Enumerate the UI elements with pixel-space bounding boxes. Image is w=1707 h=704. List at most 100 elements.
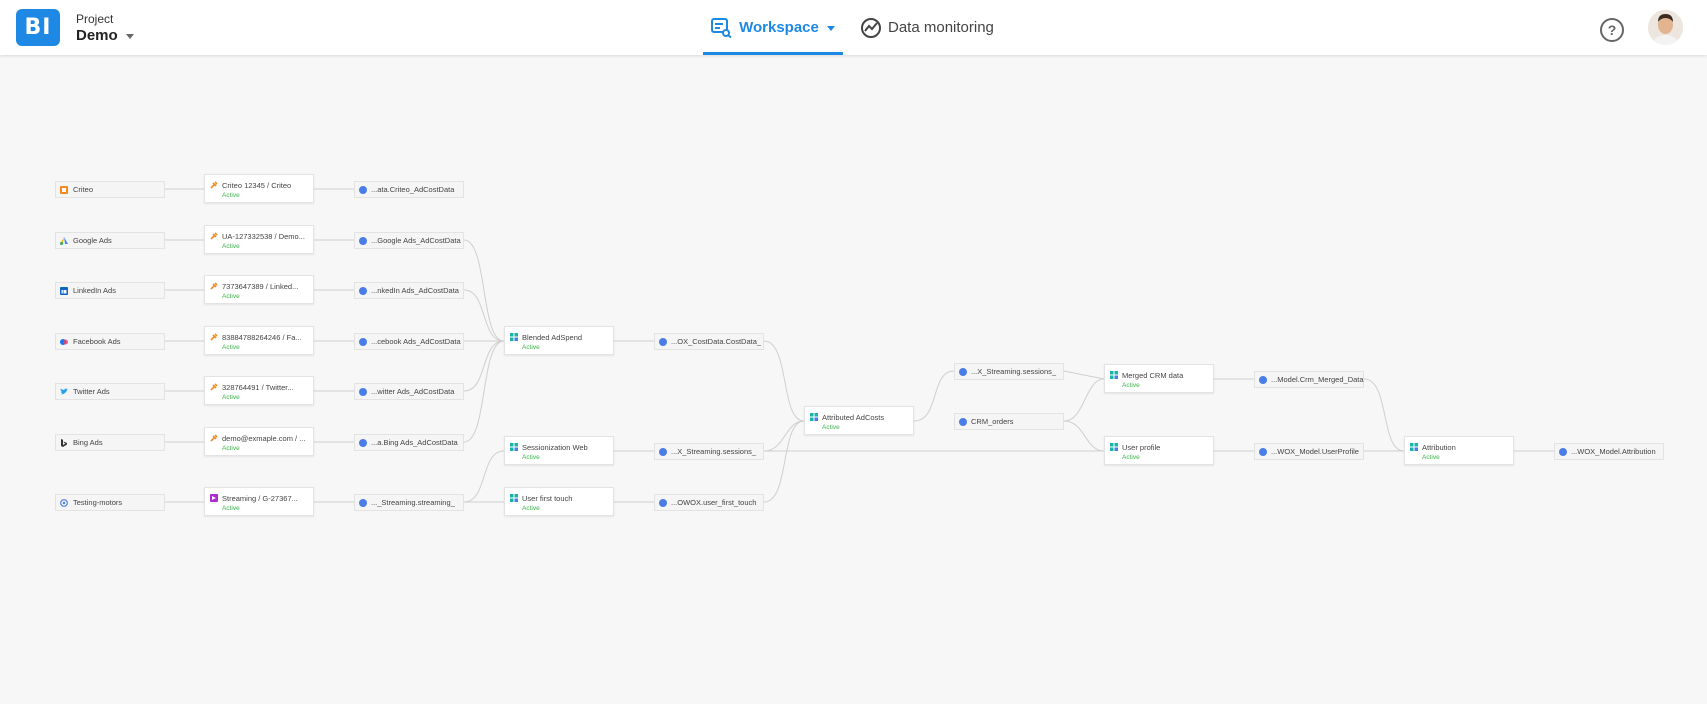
transform-blended-adspend[interactable]: Blended AdSpend Active (504, 326, 614, 355)
table-label: ...ata.Criteo_AdCostData (371, 185, 455, 194)
blend-icon (1110, 443, 1118, 451)
bing-icon (61, 438, 67, 447)
transform-title: Blended AdSpend (522, 333, 583, 342)
connector-node[interactable]: demo@exmaple.com / ... Active (204, 427, 314, 456)
table-label: ..._Streaming.streaming_ (371, 498, 455, 507)
transform-title: Sessionization Web (522, 443, 588, 452)
transform-title: Merged CRM data (1122, 371, 1184, 380)
table-label: ...X_Streaming.sessions_ (671, 447, 757, 456)
connector-icon (210, 333, 218, 341)
transform-attribution[interactable]: Attribution Active (1404, 436, 1514, 465)
table-node[interactable]: ...WOX_Model.UserProfile (1254, 443, 1364, 460)
connector-node[interactable]: 328764491 / Twitter... Active (204, 376, 314, 405)
table-node[interactable]: ...X_Streaming.sessions_ (954, 363, 1064, 380)
connector-icon (210, 282, 218, 290)
connector-icon (210, 181, 218, 189)
transform-user-first-touch[interactable]: User first touch Active (504, 487, 614, 516)
connector-node[interactable]: 7373647389 / Linked... Active (204, 275, 314, 304)
source-facebook-ads[interactable]: Facebook Ads (55, 333, 165, 350)
table-icon (1259, 447, 1267, 456)
table-icon (959, 367, 967, 376)
source-testing-motors[interactable]: Testing-motors (55, 494, 165, 511)
table-node[interactable]: ...witter Ads_AdCostData (354, 383, 464, 400)
connector-icon (210, 434, 218, 442)
status-badge: Active (1122, 382, 1140, 389)
connector-node[interactable]: Criteo 12345 / Criteo Active (204, 174, 314, 203)
source-label: LinkedIn Ads (73, 286, 116, 295)
table-node[interactable]: ...OWOX.user_first_touch (654, 494, 764, 511)
table-icon (359, 387, 367, 396)
connector-title: Streaming / G-27367... (222, 494, 298, 503)
status-badge: Active (222, 293, 240, 300)
table-node[interactable]: ...OX_CostData.CostData_ (654, 333, 764, 350)
connector-title: demo@exmaple.com / ... (222, 434, 306, 443)
linkedin-icon (60, 286, 68, 295)
status-badge: Active (1422, 454, 1440, 461)
table-label: ...X_Streaming.sessions_ (971, 367, 1057, 376)
status-badge: Active (222, 394, 240, 401)
table-node[interactable]: ...Google Ads_AdCostData (354, 232, 464, 249)
table-node[interactable]: ...cebook Ads_AdCostData (354, 333, 464, 350)
transform-title: Attribution (1422, 443, 1456, 452)
table-node[interactable]: CRM_orders (954, 413, 1064, 430)
table-node[interactable]: ...WOX_Model.Attribution (1554, 443, 1664, 460)
connector-icon (210, 383, 218, 391)
table-icon (359, 438, 367, 447)
connector-title: 328764491 / Twitter... (222, 383, 294, 392)
transform-title: Attributed AdCosts (822, 413, 885, 422)
testing-motors-icon (60, 498, 68, 507)
table-node[interactable]: ...nkedIn Ads_AdCostData (354, 282, 464, 299)
status-badge: Active (222, 243, 240, 250)
source-bing-ads[interactable]: Bing Ads (55, 434, 165, 451)
source-label: Facebook Ads (73, 337, 121, 346)
connector-title: UA-127332538 / Demo... (222, 232, 305, 241)
connector-title: Criteo 12345 / Criteo (222, 181, 292, 190)
blend-icon (510, 494, 518, 502)
status-badge: Active (522, 505, 540, 512)
source-label: Twitter Ads (73, 387, 110, 396)
table-node[interactable]: ...X_Streaming.sessions_ (654, 443, 764, 460)
status-badge: Active (1122, 454, 1140, 461)
table-label: ...cebook Ads_AdCostData (371, 337, 461, 346)
table-icon (659, 447, 667, 456)
table-icon (659, 498, 667, 507)
table-icon (359, 286, 367, 295)
table-label: ...WOX_Model.Attribution (1571, 447, 1656, 456)
source-label: Testing-motors (73, 498, 123, 507)
table-label: ...WOX_Model.UserProfile (1271, 447, 1359, 456)
table-icon (659, 337, 667, 346)
table-node[interactable]: ...Model.Crm_Merged_Data (1254, 371, 1364, 388)
table-icon (1259, 375, 1267, 384)
source-label: Criteo (73, 185, 94, 194)
transform-user-profile[interactable]: User profile Active (1104, 436, 1214, 465)
transform-title: User profile (1122, 443, 1161, 452)
transform-merged-crm-data[interactable]: Merged CRM data Active (1104, 364, 1214, 393)
status-badge: Active (222, 505, 240, 512)
table-node[interactable]: ...a.Bing Ads_AdCostData (354, 434, 464, 451)
table-node[interactable]: ...ata.Criteo_AdCostData (354, 181, 464, 198)
source-twitter-ads[interactable]: Twitter Ads (55, 383, 165, 400)
table-icon (359, 185, 367, 194)
table-node[interactable]: ..._Streaming.streaming_ (354, 494, 464, 511)
status-badge: Active (222, 192, 240, 199)
connector-node[interactable]: 83884788264246 / Fa... Active (204, 326, 314, 355)
twitter-icon (60, 388, 68, 394)
source-label: Google Ads (73, 236, 112, 245)
google-ads-icon (60, 236, 68, 245)
source-criteo[interactable]: Criteo (55, 181, 165, 198)
transform-sessionization-web[interactable]: Sessionization Web Active (504, 436, 614, 465)
source-linkedin-ads[interactable]: LinkedIn Ads (55, 282, 165, 299)
table-icon (359, 498, 367, 507)
table-label: ...Google Ads_AdCostData (371, 236, 461, 245)
transform-attributed-adcosts[interactable]: Attributed AdCosts Active (804, 406, 914, 435)
connector-node[interactable]: UA-127332538 / Demo... Active (204, 225, 314, 254)
table-icon (1559, 447, 1567, 456)
table-icon (359, 337, 367, 346)
table-label: ...Model.Crm_Merged_Data (1271, 375, 1364, 384)
status-badge: Active (822, 424, 840, 431)
transform-title: User first touch (522, 494, 573, 503)
connector-node[interactable]: Streaming / G-27367... Active (204, 487, 314, 516)
streaming-icon (210, 494, 218, 502)
source-google-ads[interactable]: Google Ads (55, 232, 165, 249)
table-label: CRM_orders (971, 417, 1014, 426)
